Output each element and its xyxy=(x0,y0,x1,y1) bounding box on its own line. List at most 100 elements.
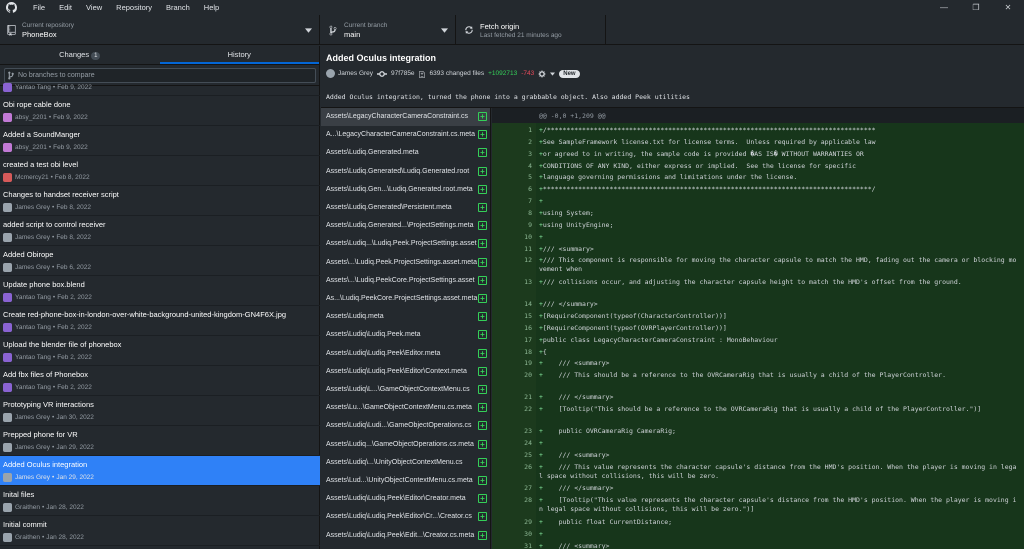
line-code: /// </summary> xyxy=(542,393,614,402)
file-item[interactable]: Assets\Ludiq.Generated\Persistent.meta + xyxy=(321,199,490,217)
line-text: + /// </summary> xyxy=(539,393,614,402)
menu-file[interactable]: File xyxy=(26,3,52,12)
line-code: /// This should be a reference to the OV… xyxy=(542,371,946,380)
gear-icon[interactable] xyxy=(538,70,546,78)
menu-edit[interactable]: Edit xyxy=(52,3,79,12)
commit-item[interactable]: Added Obirope James Grey • Feb 6, 2022 xyxy=(0,246,320,276)
commit-summary-header: Added Oculus integration James Grey 97f7… xyxy=(321,46,1024,108)
commit-date: Feb 2, 2022 xyxy=(57,384,92,391)
commit-item[interactable]: added script to control receiver James Gr… xyxy=(0,216,320,246)
line-code: See SampleFramework license.txt for lice… xyxy=(542,137,876,146)
file-path: Assets\...\Ludiq.Peek.ProjectSettings.as… xyxy=(326,258,477,266)
file-item[interactable]: Assets\Ludiq.Generated\Ludiq.Generated.r… xyxy=(321,163,490,181)
file-item[interactable]: Assets\Ludiq.Generated.meta + xyxy=(321,144,490,162)
sidebar-tabs: Changes 1 History xyxy=(0,46,319,65)
line-code: or agreed to in writing, the sample code… xyxy=(542,149,864,158)
close-window-button[interactable]: ✕ xyxy=(992,0,1024,15)
file-item[interactable]: Assets\Ludiq\Ludiq.Peek.meta + xyxy=(321,326,490,344)
file-item[interactable]: Assets\Ludiq\Ludiq.Peek\Editor.meta + xyxy=(321,345,490,363)
commit-item[interactable]: Prototyping VR interactions James Grey • Ja… xyxy=(0,396,320,426)
menu-help[interactable]: Help xyxy=(197,3,226,12)
file-path: Assets\Ludiq\Ludiq.Peek\Editor\Context.m… xyxy=(326,367,467,375)
file-item[interactable]: Assets\Ludiq\Ludi...\GameObjectOperation… xyxy=(321,417,490,435)
current-repository-button[interactable]: Current repository PhoneBox xyxy=(0,15,320,45)
line-text: + [Tooltip("This value represents the ch… xyxy=(539,496,1017,514)
meta-separator: • xyxy=(52,264,55,271)
tab-history[interactable]: History xyxy=(159,46,319,64)
file-path: Assets\...\Ludiq.PeekCore.ProjectSetting… xyxy=(326,276,475,284)
line-text: + /// <summary> xyxy=(539,450,610,459)
changes-count-badge: 1 xyxy=(91,52,101,60)
commit-item[interactable]: Upload the blender file of phonebox Yanta… xyxy=(0,336,320,366)
commit-item[interactable]: Added a SoundManger absy_2201 • Feb 9, 2022 xyxy=(0,126,320,156)
commit-summary: created a test obi level xyxy=(3,160,79,169)
current-branch-button[interactable]: Current branch main xyxy=(320,15,456,45)
file-item[interactable]: Assets\Ludiq\Ludiq.Peek\Editor\Cr...\Cre… xyxy=(321,508,490,526)
file-item[interactable]: Assets\Ludiq\Ludiq.Peek\Edit...\Creator.… xyxy=(321,527,490,545)
file-item[interactable]: As...\Ludiq.PeekCore.ProjectSettings.ass… xyxy=(321,290,490,308)
meta-separator: • xyxy=(52,414,55,421)
repository-label: Current repository xyxy=(22,21,75,29)
commit-item[interactable]: Prepped phone for VR James Grey • Jan 29, 2… xyxy=(0,426,320,456)
file-path: Assets\Ludiq\Ludiq.Peek\Editor\Cr...\Cre… xyxy=(326,513,472,521)
minimize-button[interactable]: — xyxy=(928,0,960,15)
meta-separator: • xyxy=(41,504,45,511)
commit-author: Graithen xyxy=(15,534,40,541)
menu-branch[interactable]: Branch xyxy=(159,3,197,12)
file-item[interactable]: Assets\Ludiq\...\UnityObjectContextMenu.… xyxy=(321,454,490,472)
file-added-icon: + xyxy=(478,112,487,121)
commit-author: Yantao Tang xyxy=(15,324,51,331)
commit-item[interactable]: Yantao Tang • Feb 9, 2022 xyxy=(0,82,320,96)
commit-item[interactable]: Create red-phone-box-in-london-over-whit… xyxy=(0,306,320,336)
title-bar: File Edit View Repository Branch Help — … xyxy=(0,0,1024,15)
commit-item[interactable]: Changes to handset receiver script James … xyxy=(0,186,320,216)
file-item[interactable]: Assets\Ludiq...\Ludiq.Peek.ProjectSettin… xyxy=(321,235,490,253)
file-item[interactable]: Assets\Ludiq.Gen...\Ludiq.Generated.root… xyxy=(321,181,490,199)
commit-date: Feb 8, 2022 xyxy=(56,204,92,211)
fetch-origin-button[interactable]: Fetch origin Last fetched 21 minutes ago xyxy=(456,15,606,45)
commit-author: James Grey xyxy=(15,474,51,481)
commit-date: Jan 28, 2022 xyxy=(46,534,84,541)
line-text: + [Tooltip("This should be a reference t… xyxy=(539,405,982,414)
file-path: Assets\Ludiq\Ludi...\GameObjectOperation… xyxy=(326,422,472,430)
commit-meta: Yantao Tang • Feb 2, 2022 xyxy=(3,383,92,392)
line-text: + public OVRCameraRig CameraRig; xyxy=(539,426,676,435)
branch-compare-input[interactable]: No branches to compare xyxy=(4,67,316,83)
commit-item[interactable]: Inital files Graithen • Jan 28, 2022 xyxy=(0,486,320,516)
menu-repository[interactable]: Repository xyxy=(109,3,159,12)
commit-sha[interactable]: 97f785e xyxy=(391,70,415,77)
file-item[interactable]: Assets\Ludiq\Ludiq.Peek\Editor\Creator.m… xyxy=(321,490,490,508)
commit-meta: Yantao Tang • Feb 2, 2022 xyxy=(3,353,92,362)
commit-item[interactable]: Add fbx files of Phonebox Yantao Tang • Feb… xyxy=(0,366,320,396)
file-item[interactable]: Assets\LegacyCharacterCameraConstraint.c… xyxy=(321,108,490,126)
commit-item[interactable]: Obi rope cable done absy_2201 • Feb 9, 2022 xyxy=(0,96,320,126)
new-badge: New xyxy=(559,69,580,78)
file-item[interactable]: Assets\Ludiq\L...\GameObjectContextMenu.… xyxy=(321,381,490,399)
commit-summary: Prototyping VR interactions xyxy=(3,400,94,409)
commit-item[interactable]: Initial commit Graithen • Jan 28, 2022 xyxy=(0,516,320,546)
file-item[interactable]: Assets\...\Ludiq.Peek.ProjectSettings.as… xyxy=(321,254,490,272)
commit-item[interactable]: created a test obi level Mcmercy21 • Feb 8,… xyxy=(0,156,320,186)
tab-changes[interactable]: Changes 1 xyxy=(0,46,160,64)
maximize-button[interactable]: ❐ xyxy=(960,0,992,15)
repository-name: PhoneBox xyxy=(22,29,57,39)
file-path: Assets\Ludiq\...\UnityObjectContextMenu.… xyxy=(326,458,463,466)
file-item[interactable]: Assets\Ludiq.Generated...\ProjectSetting… xyxy=(321,217,490,235)
file-item[interactable]: Assets\Ludiq\Lud...\CreatorMenuIntegrati… xyxy=(321,545,490,549)
commit-author: James Grey xyxy=(15,414,51,421)
file-item[interactable]: Assets\Lu...\GameObjectContextMenu.cs.me… xyxy=(321,399,490,417)
file-item[interactable]: Assets\Ludiq\Ludiq.Peek\Editor\Context.m… xyxy=(321,363,490,381)
file-item[interactable]: Assets\Lud...\UnityObjectContextMenu.cs.… xyxy=(321,472,490,490)
file-item[interactable]: A...\LegacyCharacterCameraConstraint.cs.… xyxy=(321,126,490,144)
commit-summary: Initial commit xyxy=(3,520,47,529)
file-item[interactable]: Assets\Ludiq.meta + xyxy=(321,308,490,326)
file-added-icon: + xyxy=(478,184,487,194)
file-path: Assets\Ludiq.Gen...\Ludiq.Generated.root… xyxy=(326,185,473,193)
commit-item[interactable]: Update phone box.blend Yantao Tang • Feb 2,… xyxy=(0,276,320,306)
file-item[interactable]: Assets\Ludiq...\GameObjectOperations.cs.… xyxy=(321,436,490,454)
file-item[interactable]: Assets\...\Ludiq.PeekCore.ProjectSetting… xyxy=(321,272,490,290)
commit-item[interactable]: Added Oculus integration James Grey • Jan 2… xyxy=(0,456,320,486)
commit-summary: added script to control receiver xyxy=(3,220,106,229)
menu-view[interactable]: View xyxy=(79,3,109,12)
file-added-icon: + xyxy=(478,512,487,522)
